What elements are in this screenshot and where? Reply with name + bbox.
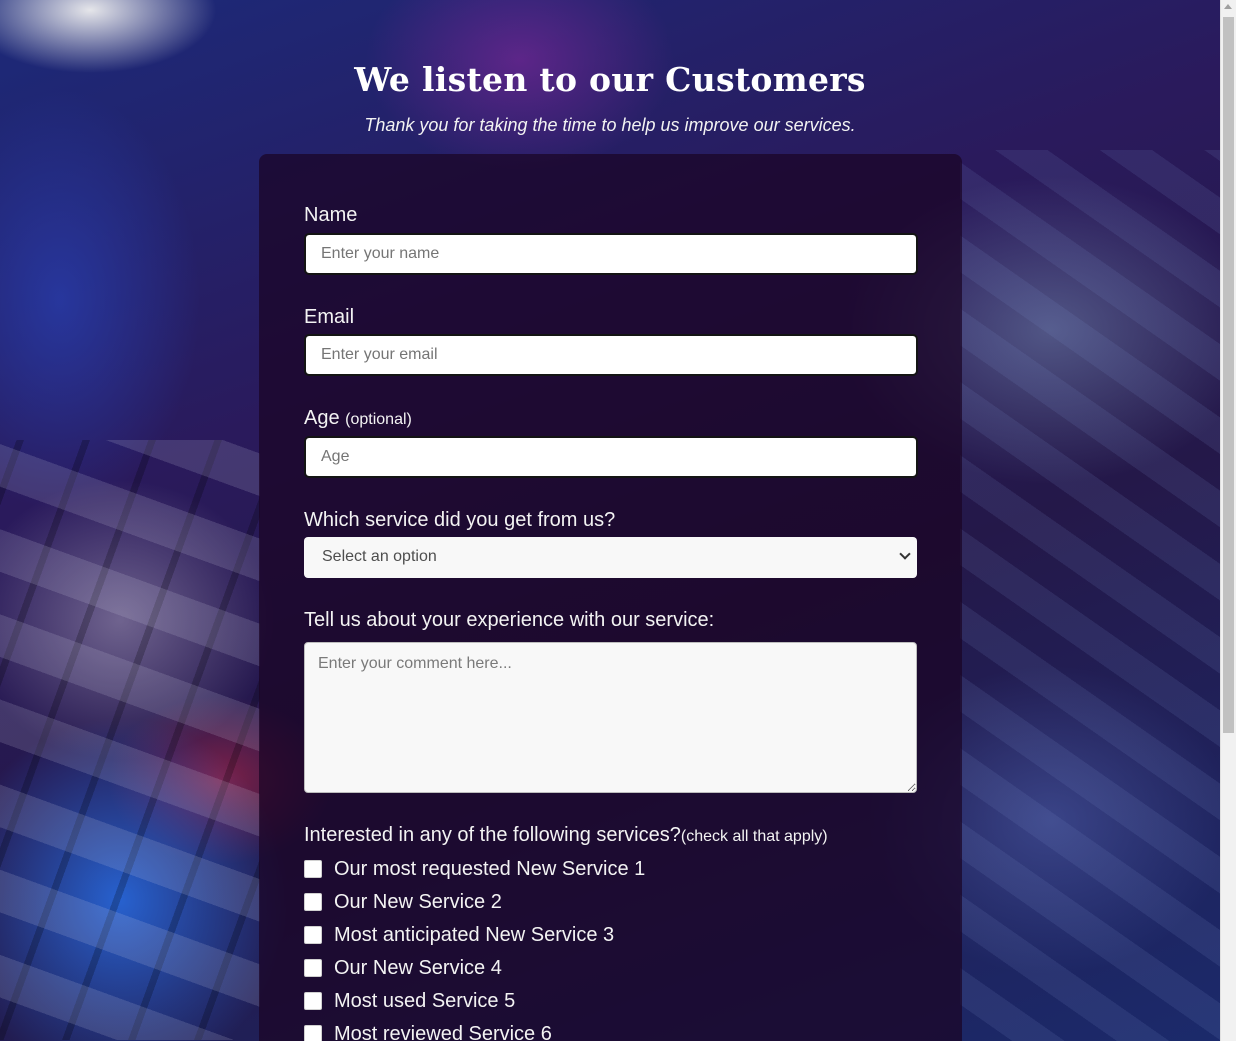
checkbox[interactable] [304, 893, 322, 911]
interest-option-label: Our most requested New Service 1 [334, 857, 646, 880]
name-label: Name [304, 204, 358, 226]
interest-option-label: Most reviewed Service 6 [334, 1022, 552, 1041]
comment-textarea[interactable] [304, 642, 917, 793]
checkbox[interactable] [304, 992, 322, 1010]
age-label: Age (optional) [304, 407, 412, 430]
chevron-down-icon [899, 548, 911, 560]
comment-label: Tell us about your experience with our s… [304, 609, 715, 631]
service-select[interactable]: Select an option [304, 537, 917, 578]
interests-label: Interested in any of the following servi… [304, 824, 828, 847]
service-label: Which service did you get from us? [304, 509, 616, 531]
interest-option-label: Our New Service 4 [334, 956, 502, 979]
page-title: We listen to our Customers [354, 60, 866, 99]
interest-option-4[interactable]: Our New Service 4 [304, 957, 502, 979]
checkbox[interactable] [304, 1025, 322, 1041]
background-hand [960, 150, 1220, 1041]
checkbox[interactable] [304, 860, 322, 878]
service-select-value: Select an option [322, 548, 437, 565]
background-keyboard [0, 440, 260, 1040]
age-optional-note: (optional) [345, 411, 412, 428]
interests-hint: (check all that apply) [680, 828, 828, 845]
age-label-text: Age [304, 407, 340, 429]
interest-option-label: Most anticipated New Service 3 [334, 923, 615, 946]
scrollbar-thumb[interactable] [1223, 17, 1234, 733]
vertical-scrollbar[interactable] [1220, 0, 1236, 1041]
interests-label-text: Interested in any of the following servi… [304, 824, 681, 846]
interest-option-label: Most used Service 5 [334, 989, 516, 1012]
checkbox[interactable] [304, 959, 322, 977]
interest-option-3[interactable]: Most anticipated New Service 3 [304, 924, 614, 946]
email-input[interactable] [304, 334, 918, 376]
email-label: Email [304, 306, 355, 328]
triangle-up-icon[interactable] [1224, 4, 1232, 9]
page-subtitle: Thank you for taking the time to help us… [364, 115, 856, 135]
name-input[interactable] [304, 233, 918, 275]
interest-option-label: Our New Service 2 [334, 890, 502, 913]
interest-option-6[interactable]: Most reviewed Service 6 [304, 1023, 552, 1041]
age-input[interactable] [304, 436, 918, 478]
interest-option-5[interactable]: Most used Service 5 [304, 990, 515, 1012]
checkbox[interactable] [304, 926, 322, 944]
interest-option-1[interactable]: Our most requested New Service 1 [304, 858, 645, 880]
interest-option-2[interactable]: Our New Service 2 [304, 891, 502, 913]
